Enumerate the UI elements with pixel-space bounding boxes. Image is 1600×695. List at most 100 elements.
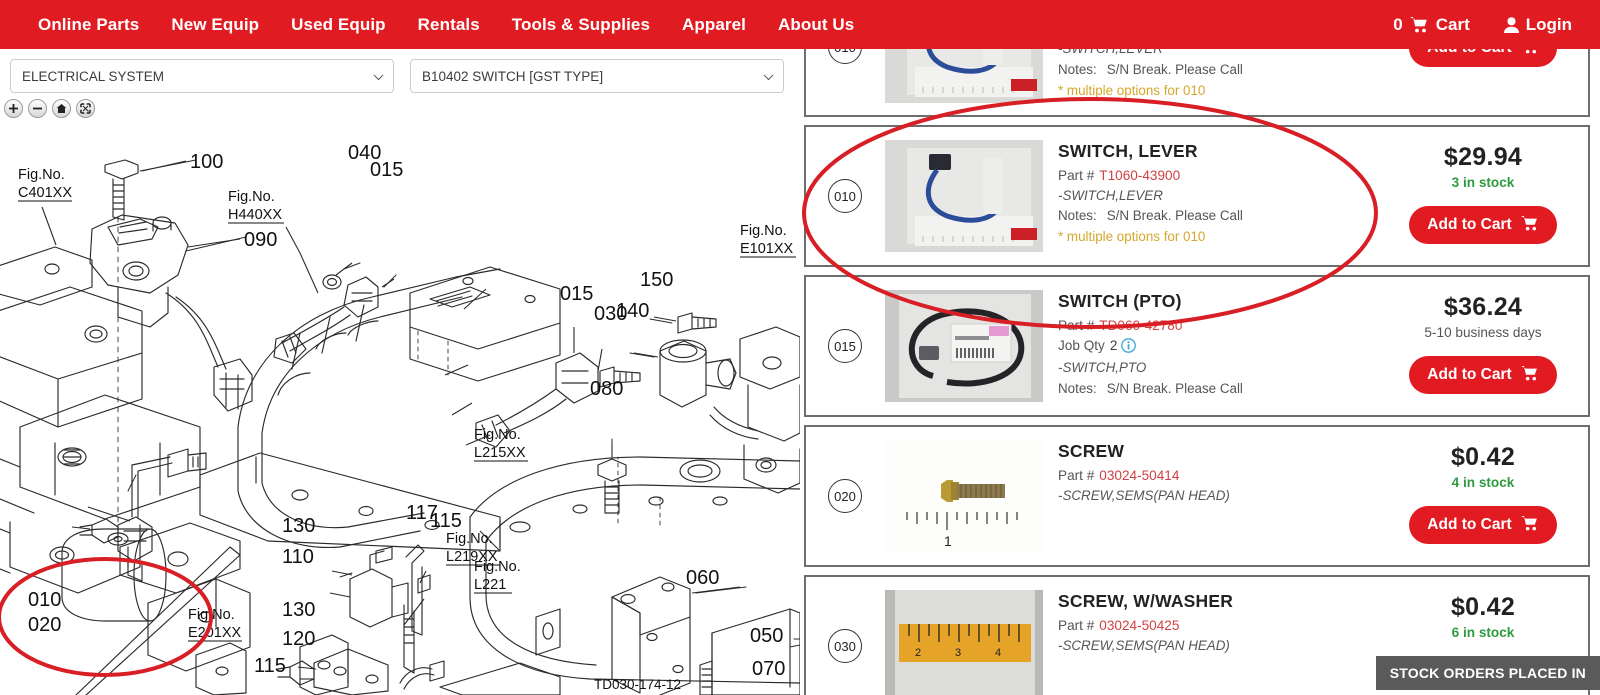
part-purchase: $0.42 4 in stock Add to Cart <box>1378 427 1588 565</box>
minus-icon <box>33 107 42 110</box>
part-item-number-cell: 010 <box>806 49 884 115</box>
diagram-zoom-tools <box>0 93 800 118</box>
notes-value: S/N Break. Please Call <box>1106 61 1243 77</box>
table-row[interactable]: 010 Part #T1060-43900 Job Qty3 <box>804 49 1590 117</box>
notes-label: Notes: <box>1058 61 1097 77</box>
callout-100: 100 <box>190 151 223 173</box>
notes-value: S/N Break. Please Call <box>1106 380 1243 396</box>
part-thumbnail[interactable] <box>884 277 1044 415</box>
part-item-number-cell: 020 <box>806 427 884 565</box>
diagram-drawing-code: TD030-174-12 <box>594 677 681 692</box>
table-row[interactable]: 015 SWITCH (PTO) Part # TD060-42780 Job Q <box>804 275 1590 417</box>
part-purchase: 3 in stock Add to Cart <box>1378 49 1588 115</box>
add-to-cart-button[interactable]: Add to Cart <box>1409 356 1557 394</box>
add-to-cart-button[interactable]: Add to Cart <box>1409 506 1557 544</box>
fig-ref-l215xx-code: L215XX <box>474 445 526 461</box>
add-to-cart-button[interactable]: Add to Cart <box>1409 49 1557 67</box>
nav-tools-supplies[interactable]: Tools & Supplies <box>496 15 666 35</box>
item-number-badge: 010 <box>828 49 862 64</box>
system-select-value: ELECTRICAL SYSTEM <box>22 68 165 84</box>
user-icon <box>1503 16 1519 33</box>
table-row[interactable]: 010 SWITCH, LEVER Part # T1060-43900 -SWI… <box>804 125 1590 267</box>
fig-ref-l219xx: Fig.No. <box>446 531 493 547</box>
fullscreen-button[interactable] <box>76 99 95 118</box>
part-number-line: Part # T1060-43900 <box>1058 166 1378 186</box>
part-thumbnail[interactable] <box>884 127 1044 265</box>
cart-icon <box>1521 49 1539 59</box>
part-number-value[interactable]: 03024-50425 <box>1099 618 1179 633</box>
part-number-value[interactable]: 03024-50414 <box>1099 468 1179 483</box>
callout-015b: 015 <box>560 283 593 305</box>
add-to-cart-button[interactable]: Add to Cart <box>1409 206 1557 244</box>
parts-list-pane[interactable]: 010 Part # T1060-43900 Job Qty 3 <box>800 49 1600 695</box>
part-description: -SWITCH,LEVER <box>1058 187 1163 203</box>
part-info: Part #T1060-43900 Job Qty3 -SWITCH,LEVER… <box>1044 49 1378 115</box>
part-info: SCREW, W/WASHER Part # 03024-50425 -SCREW… <box>1044 577 1378 695</box>
part-price: $0.42 <box>1450 593 1516 621</box>
part-info: SWITCH, LEVER Part # T1060-43900 -SWITCH,… <box>1044 127 1378 265</box>
part-item-number-cell: 010 <box>806 127 884 265</box>
part-purchase: $36.24 5-10 business days Add to Cart <box>1378 277 1588 415</box>
screw-washer-photo: 2 3 4 <box>885 590 1043 695</box>
nav-new-equip[interactable]: New Equip <box>155 15 275 35</box>
part-price: $36.24 <box>1443 293 1523 321</box>
callout-010: 010 <box>28 589 61 611</box>
part-number-line: Part # 03024-50414 <box>1058 466 1378 486</box>
selector-row: ELECTRICAL SYSTEM B10402 SWITCH [GST TYP… <box>0 49 800 93</box>
cart-button[interactable]: 0 Cart <box>1393 15 1469 35</box>
item-number-badge: 010 <box>828 179 862 213</box>
parts-diagram[interactable]: 100 090 040 015 015 030 150 140 080 130 … <box>0 127 800 695</box>
part-title: SCREW, W/WASHER <box>1058 591 1234 611</box>
multiple-options-note: * multiple options for 010 <box>1058 82 1206 98</box>
part-number-line: Part # TD060-42780 <box>1058 316 1378 336</box>
nav-about-us[interactable]: About Us <box>762 15 870 35</box>
part-thumbnail[interactable]: 1 <box>884 427 1044 565</box>
callout-110: 110 <box>282 546 314 568</box>
part-description: -SWITCH,PTO <box>1058 360 1147 376</box>
home-button[interactable] <box>52 99 71 118</box>
stock-badge: 3 in stock <box>1451 175 1515 190</box>
part-number-value[interactable]: T1060-43900 <box>1099 168 1180 183</box>
system-select[interactable]: ELECTRICAL SYSTEM <box>10 59 394 93</box>
nav-used-equip[interactable]: Used Equip <box>275 15 402 35</box>
part-item-number-cell: 015 <box>806 277 884 415</box>
zoom-in-button[interactable] <box>4 99 23 118</box>
svg-text:3: 3 <box>955 647 961 659</box>
callout-015a: 015 <box>370 159 403 181</box>
svg-text:4: 4 <box>995 647 1001 659</box>
svg-text:2: 2 <box>915 647 921 659</box>
login-button[interactable]: Login <box>1503 15 1572 35</box>
callout-140: 140 <box>616 300 649 322</box>
fig-ref-e201xx-code: E201XX <box>188 625 242 641</box>
part-number-label: Part # <box>1058 618 1095 633</box>
zoom-out-button[interactable] <box>28 99 47 118</box>
assembly-select[interactable]: B10402 SWITCH [GST TYPE] <box>410 59 784 93</box>
plus-icon <box>9 104 18 113</box>
part-thumbnail[interactable] <box>884 49 1044 115</box>
part-notes: Notes: S/N Break. Please Call <box>1058 206 1378 226</box>
part-number-value[interactable]: TD060-42780 <box>1099 318 1182 333</box>
table-row[interactable]: 020 1 SCREW Part #03024-50414 -SCREW,SEM… <box>804 425 1590 567</box>
diagram-pane: ELECTRICAL SYSTEM B10402 SWITCH [GST TYP… <box>0 49 800 695</box>
notes-label: Notes: <box>1058 207 1097 223</box>
fig-ref-l215xx: Fig.No. <box>474 427 521 443</box>
cart-count: 0 <box>1393 14 1403 34</box>
part-thumbnail[interactable]: 2 3 4 <box>884 577 1044 695</box>
nav-online-parts[interactable]: Online Parts <box>22 15 155 35</box>
cart-icon <box>1520 215 1539 236</box>
nav-rentals[interactable]: Rentals <box>402 15 496 35</box>
info-icon[interactable] <box>1121 337 1137 359</box>
part-description: -SCREW,SEMS(PAN HEAD) <box>1058 637 1230 653</box>
cart-icon <box>1409 16 1429 33</box>
switch-lever-photo <box>885 49 1043 103</box>
stock-badge: 5-10 business days <box>1424 325 1542 340</box>
part-number-label: Part # <box>1058 318 1095 333</box>
main-navigation: Online Parts New Equip Used Equip Rental… <box>22 0 870 49</box>
multiple-options-note: * multiple options for 010 <box>1058 228 1206 244</box>
item-number-badge: 015 <box>828 329 862 363</box>
part-notes: Notes: S/N Break. Please Call <box>1058 379 1378 399</box>
expand-icon <box>80 103 91 114</box>
nav-apparel[interactable]: Apparel <box>666 15 762 35</box>
part-notes: Notes: S/N Break. Please Call <box>1058 60 1378 80</box>
callout-060: 060 <box>686 567 719 589</box>
